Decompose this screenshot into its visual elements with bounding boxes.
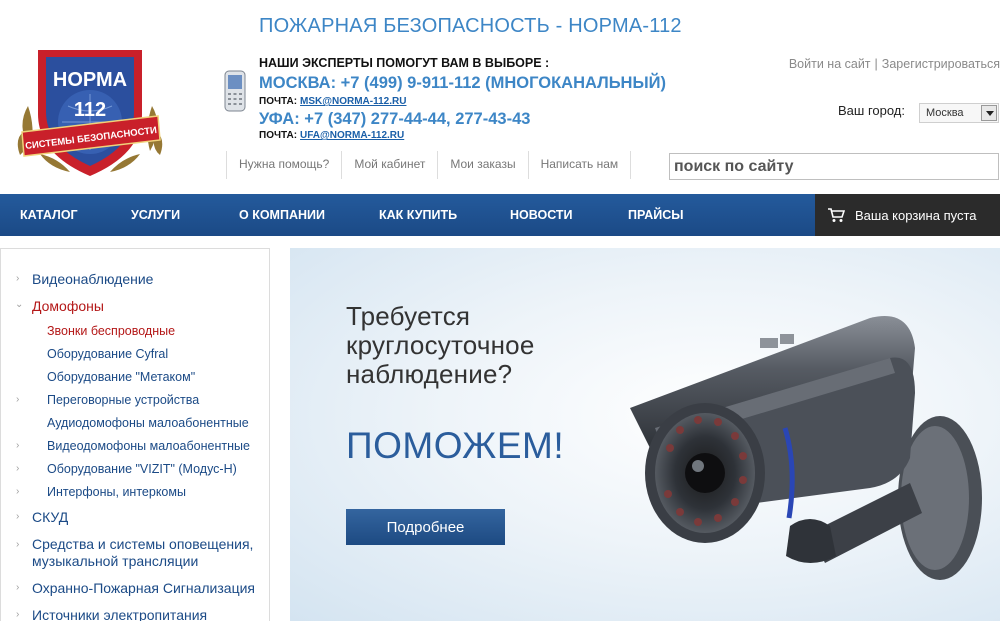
nav-services[interactable]: УСЛУГИ	[131, 208, 180, 222]
nav-about[interactable]: О КОМПАНИИ	[239, 208, 325, 222]
city-label: Ваш город:	[838, 103, 905, 118]
quick-link-orders[interactable]: Мои заказы	[437, 151, 527, 179]
banner-line-1: Требуется	[346, 301, 471, 331]
quick-link-write-us[interactable]: Написать нам	[527, 151, 632, 179]
sidebar-item-skud[interactable]: СКУД	[32, 509, 266, 526]
sidebar-item-power[interactable]: Источники электропитания	[32, 607, 266, 621]
sidebar-sub-talk-devices[interactable]: Переговорные устройства	[47, 393, 199, 407]
city-select-value: Москва	[926, 107, 964, 119]
register-link[interactable]: Зарегистрироваться	[882, 57, 1000, 71]
ufa-mail-row: ПОЧТА: UFA@NORMA-112.RU	[259, 130, 404, 141]
main-nav: КАТАЛОГ УСЛУГИ О КОМПАНИИ КАК КУПИТЬ НОВ…	[0, 194, 1000, 236]
moscow-mail-row: ПОЧТА: MSK@NORMA-112.RU	[259, 96, 406, 107]
chevron-right-icon: ›	[16, 609, 20, 620]
chevron-right-icon: ›	[16, 273, 20, 284]
ufa-mail-label: ПОЧТА:	[259, 130, 298, 141]
chevron-right-icon: ›	[16, 394, 20, 405]
experts-heading: НАШИ ЭКСПЕРТЫ ПОМОГУТ ВАМ В ВЫБОРЕ :	[259, 56, 550, 70]
moscow-phone[interactable]: МОСКВА: +7 (499) 9-911-112 (МНОГОКАНАЛЬН…	[259, 74, 666, 93]
sidebar-item-intercoms[interactable]: Домофоны	[32, 298, 266, 315]
sidebar-sub-audio-intercoms[interactable]: Аудиодомофоны малоабонентные	[47, 416, 249, 430]
quick-links: Нужна помощь? Мой кабинет Мои заказы Нап…	[226, 151, 632, 179]
sidebar-sub-wireless-bells[interactable]: Звонки беспроводные	[47, 324, 175, 338]
promo-banner[interactable]: Требуется круглосуточное наблюдение? ПОМ…	[290, 248, 1000, 621]
cart-button[interactable]: Ваша корзина пуста	[815, 194, 1000, 236]
city-select[interactable]: Москва	[919, 103, 999, 123]
ufa-mail-link[interactable]: UFA@NORMA-112.RU	[300, 130, 404, 141]
cctv-camera-image	[630, 316, 982, 580]
auth-separator: |	[874, 57, 878, 71]
nav-how-to-buy[interactable]: КАК КУПИТЬ	[379, 208, 457, 222]
sidebar-sub-metakom[interactable]: Оборудование "Метаком"	[47, 370, 195, 384]
mobile-phone-icon	[224, 70, 246, 112]
sidebar-item-fire-alarm[interactable]: Охранно-Пожарная Сигнализация	[32, 580, 266, 597]
chevron-right-icon: ›	[16, 539, 20, 550]
cart-status: Ваша корзина пуста	[855, 208, 977, 223]
more-button[interactable]: Подробнее	[346, 509, 505, 545]
moscow-mail-label: ПОЧТА:	[259, 96, 298, 107]
svg-text:112: 112	[74, 99, 106, 121]
nav-news[interactable]: НОВОСТИ	[510, 208, 573, 222]
sidebar-sub-video-intercoms[interactable]: Видеодомофоны малоабонентные	[47, 439, 250, 453]
chevron-down-icon: ⌄	[15, 299, 24, 310]
chevron-right-icon: ›	[16, 463, 20, 474]
quick-link-help[interactable]: Нужна помощь?	[226, 151, 341, 179]
auth-links: Войти на сайт | Зарегистрироваться	[789, 57, 1000, 71]
svg-text:НОРМА: НОРМА	[53, 69, 127, 91]
nav-prices[interactable]: ПРАЙСЫ	[628, 208, 684, 222]
sidebar-item-video[interactable]: Видеонаблюдение	[32, 271, 266, 288]
shopping-cart-icon	[828, 208, 845, 222]
site-logo[interactable]: НОРМА 112 СИСТЕМЫ БЕЗОПАСНОСТИ	[10, 36, 170, 182]
sidebar-sub-cyfral[interactable]: Оборудование Cyfral	[47, 347, 168, 361]
site-title: ПОЖАРНАЯ БЕЗОПАСНОСТЬ - НОРМА-112	[259, 15, 682, 37]
quick-link-cabinet[interactable]: Мой кабинет	[341, 151, 437, 179]
search-input[interactable]	[669, 153, 999, 180]
sidebar-sub-vizit[interactable]: Оборудование "VIZIT" (Модус-Н)	[47, 462, 237, 476]
chevron-down-icon[interactable]	[981, 105, 997, 121]
sidebar-item-alerts[interactable]: Средства и системы оповещения, музыкальн…	[32, 536, 266, 570]
banner-cta: ПОМОЖЕМ!	[346, 425, 565, 466]
chevron-right-icon: ›	[16, 486, 20, 497]
banner-line-3: наблюдение?	[346, 359, 513, 389]
chevron-right-icon: ›	[16, 511, 20, 522]
banner-line-2: круглосуточное	[346, 330, 535, 360]
nav-catalog[interactable]: КАТАЛОГ	[20, 208, 78, 222]
catalog-sidebar: › Видеонаблюдение ⌄ Домофоны Звонки бесп…	[0, 248, 270, 621]
chevron-right-icon: ›	[16, 582, 20, 593]
login-link[interactable]: Войти на сайт	[789, 57, 871, 71]
banner-question: Требуется круглосуточное наблюдение?	[346, 302, 535, 389]
moscow-mail-link[interactable]: MSK@NORMA-112.RU	[300, 96, 406, 107]
chevron-right-icon: ›	[16, 440, 20, 451]
ufa-phone[interactable]: УФА: +7 (347) 277-44-44, 277-43-43	[259, 110, 530, 129]
sidebar-sub-interphones[interactable]: Интерфоны, интеркомы	[47, 485, 186, 499]
